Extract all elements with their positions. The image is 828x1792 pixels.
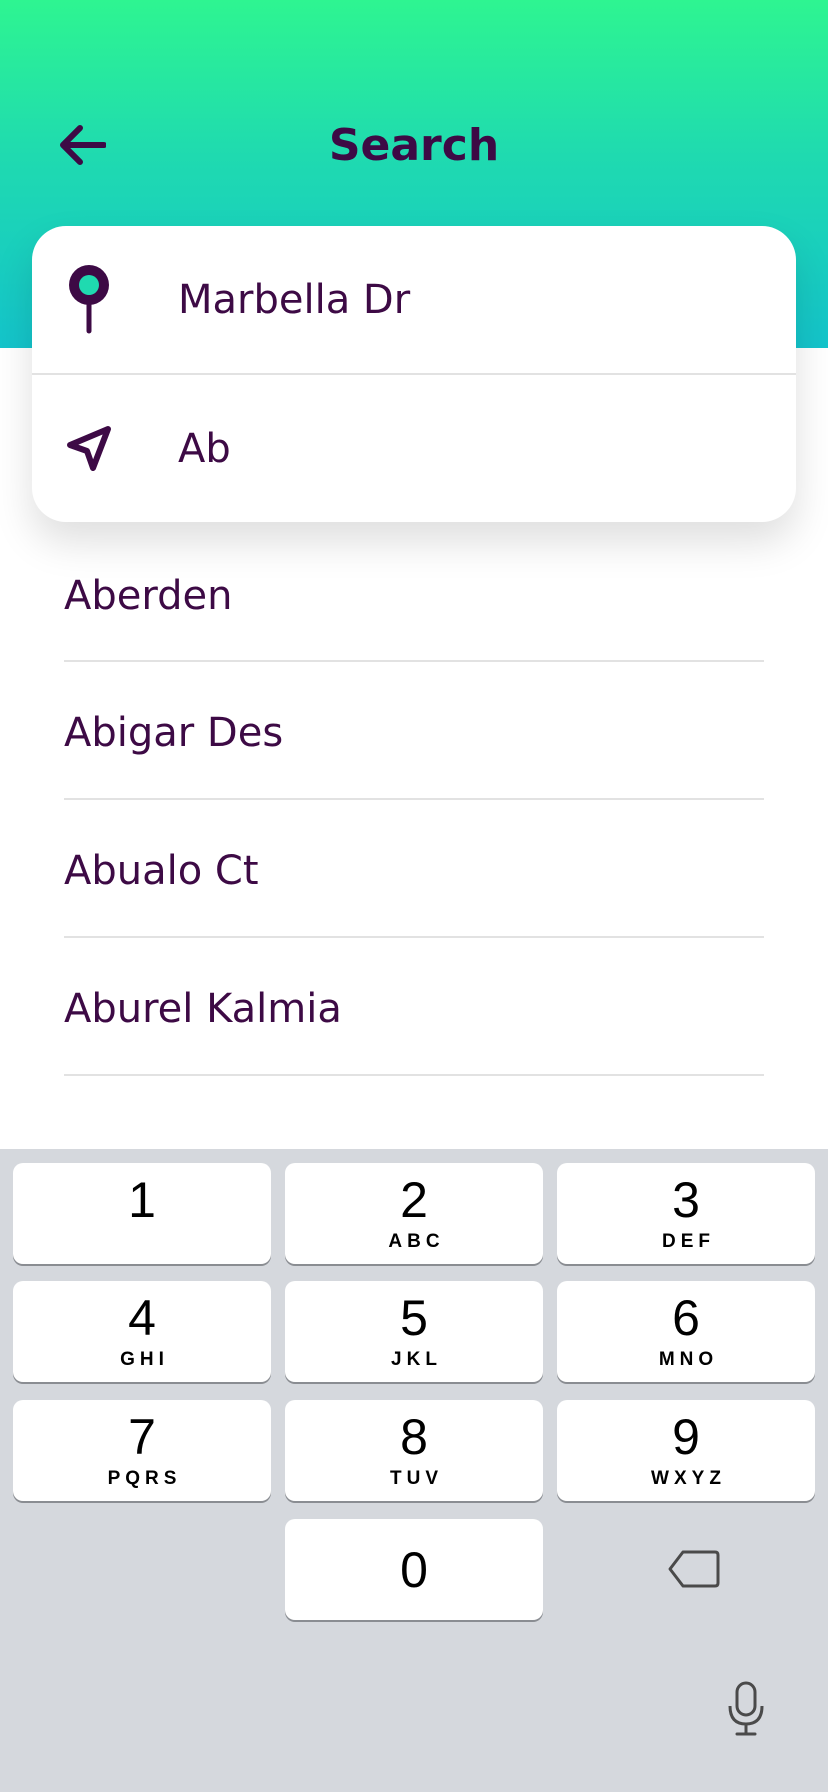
search-card [32, 226, 796, 522]
suggestion-list: Aberden Abigar Des Abualo Ct Aburel Kalm… [64, 526, 764, 1076]
dictation-button[interactable] [716, 1674, 776, 1744]
key-8[interactable]: 8 TUV [285, 1400, 543, 1501]
destination-field-row[interactable] [32, 375, 796, 522]
page-title: Search [328, 120, 500, 171]
key-digit: 7 [128, 1409, 156, 1465]
key-digit: 1 [128, 1172, 156, 1228]
key-letters: TUV [390, 1468, 443, 1489]
destination-input[interactable] [178, 425, 738, 472]
key-digit: 3 [672, 1172, 700, 1228]
key-9[interactable]: 9 WXYZ [557, 1400, 815, 1501]
origin-input[interactable] [178, 276, 738, 323]
location-pin-icon [32, 264, 146, 335]
key-digit: 5 [400, 1290, 428, 1346]
navigation-arrow-icon [32, 425, 146, 473]
backspace-icon [668, 1550, 720, 1588]
microphone-icon [728, 1681, 764, 1736]
key-letters: ABC [388, 1231, 445, 1252]
origin-field-row[interactable] [32, 226, 796, 375]
key-digit: 0 [400, 1542, 428, 1598]
key-7[interactable]: 7 PQRS [13, 1400, 271, 1501]
key-digit: 4 [128, 1290, 156, 1346]
key-letters: WXYZ [651, 1468, 726, 1489]
key-4[interactable]: 4 GHI [13, 1281, 271, 1382]
key-letters: MNO [658, 1349, 719, 1370]
suggestion-item[interactable]: Aburel Kalmia [64, 938, 764, 1076]
key-letters: PQRS [107, 1468, 182, 1489]
key-digit: 9 [672, 1409, 700, 1465]
key-letters: GHI [120, 1349, 169, 1370]
key-3[interactable]: 3 DEF [557, 1163, 815, 1264]
key-digit: 2 [400, 1172, 428, 1228]
delete-key[interactable] [654, 1534, 734, 1604]
key-6[interactable]: 6 MNO [557, 1281, 815, 1382]
key-5[interactable]: 5 JKL [285, 1281, 543, 1382]
suggestion-item[interactable]: Abualo Ct [64, 800, 764, 938]
key-letters: DEF [662, 1231, 715, 1252]
suggestion-item[interactable]: Aberden [64, 526, 764, 662]
key-1[interactable]: 1 [13, 1163, 271, 1264]
key-digit: 8 [400, 1409, 428, 1465]
key-letters: JKL [391, 1349, 442, 1370]
key-digit: 6 [672, 1290, 700, 1346]
suggestion-item[interactable]: Abigar Des [64, 662, 764, 800]
key-2[interactable]: 2 ABC [285, 1163, 543, 1264]
key-0[interactable]: 0 [285, 1519, 543, 1620]
